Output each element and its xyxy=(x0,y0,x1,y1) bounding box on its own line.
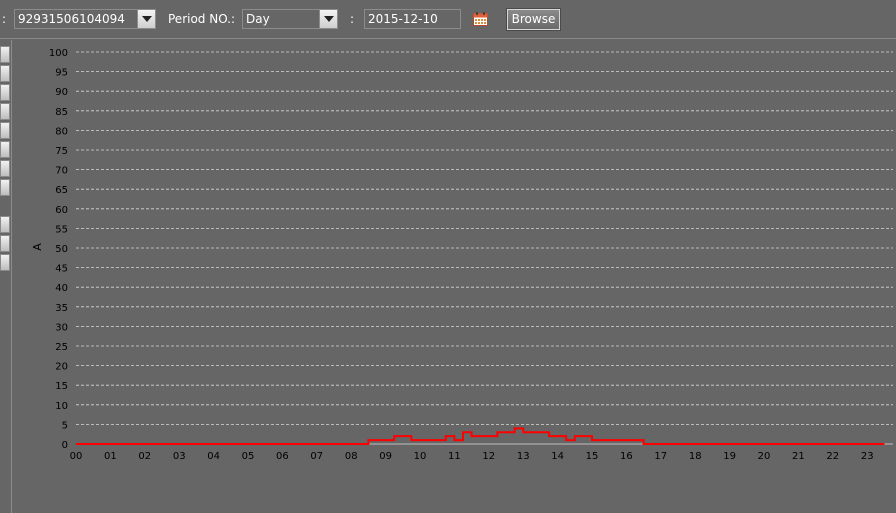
y-tick-label: 25 xyxy=(55,342,68,353)
browse-button[interactable]: Browse xyxy=(506,8,561,31)
y-tick-label: 55 xyxy=(55,224,68,235)
x-tick-label: 22 xyxy=(826,451,839,462)
x-tick-label: 15 xyxy=(586,451,599,462)
x-tick-label: 11 xyxy=(448,451,461,462)
y-axis-label: A xyxy=(31,243,44,251)
x-tick-label: 03 xyxy=(173,451,186,462)
x-tick-label: 01 xyxy=(104,451,117,462)
x-tick-label: 20 xyxy=(758,451,771,462)
x-axis-ticks: 00 01 02 03 04 05 06 07 08 09 10 11 12 13 14 15 16 17 18 19… xyxy=(70,451,874,462)
series-line xyxy=(76,427,885,445)
x-tick-label: 12 xyxy=(482,451,495,462)
y-axis-ticks: 0 5 10 15 20 25 30 35 40 45 50 55 60 65 70 75 80 85 90 95 10… xyxy=(49,48,68,451)
chevron-down-icon[interactable] xyxy=(319,10,337,28)
period-select[interactable]: Day xyxy=(242,9,338,29)
calendar-icon[interactable] xyxy=(473,12,488,26)
y-tick-label: 85 xyxy=(55,107,68,118)
y-tick-label: 60 xyxy=(55,205,68,216)
device-label-colon: : xyxy=(2,12,7,26)
y-tick-label: 100 xyxy=(49,48,68,59)
x-tick-label: 21 xyxy=(792,451,805,462)
y-tick-label: 75 xyxy=(55,146,68,157)
y-tick-label: 50 xyxy=(55,244,68,255)
y-tick-label: 30 xyxy=(55,322,68,333)
y-tick-label: 35 xyxy=(55,303,68,314)
x-tick-label: 14 xyxy=(551,451,564,462)
x-tick-label: 23 xyxy=(861,451,874,462)
toolbar: : 92931506104094 Period NO.: Day : 2015-… xyxy=(0,0,896,39)
date-value: 2015-12-10 xyxy=(368,12,438,26)
date-field[interactable]: 2015-12-10 xyxy=(364,9,461,29)
x-tick-label: 04 xyxy=(207,451,220,462)
x-tick-label: 07 xyxy=(310,451,323,462)
date-label-colon: : xyxy=(350,12,355,26)
x-tick-label: 17 xyxy=(654,451,667,462)
y-tick-label: 10 xyxy=(55,401,68,412)
y-tick-label: 5 xyxy=(62,420,68,431)
y-tick-label: 0 xyxy=(62,440,68,451)
y-tick-label: 65 xyxy=(55,185,68,196)
y-tick-label: 20 xyxy=(55,362,68,373)
device-select-value: 92931506104094 xyxy=(18,12,125,26)
y-tick-label: 95 xyxy=(55,68,68,79)
x-tick-label: 08 xyxy=(345,451,358,462)
x-tick-label: 19 xyxy=(723,451,736,462)
x-tick-label: 09 xyxy=(379,451,392,462)
y-tick-label: 40 xyxy=(55,283,68,294)
current-chart: 0510152025303540455055606570758085909510… xyxy=(31,48,893,462)
x-tick-label: 18 xyxy=(689,451,702,462)
x-tick-label: 10 xyxy=(414,451,427,462)
x-tick-label: 02 xyxy=(138,451,151,462)
chevron-down-icon[interactable] xyxy=(137,10,155,28)
x-tick-label: 06 xyxy=(276,451,289,462)
y-tick-label: 90 xyxy=(55,87,68,98)
y-tick-label: 45 xyxy=(55,264,68,275)
x-tick-label: 00 xyxy=(70,451,83,462)
x-tick-label: 13 xyxy=(517,451,530,462)
device-select[interactable]: 92931506104094 xyxy=(14,9,156,29)
y-tick-label: 70 xyxy=(55,166,68,177)
y-tick-label: 80 xyxy=(55,126,68,137)
period-label: Period NO.: xyxy=(168,12,236,26)
y-tick-label: 15 xyxy=(55,381,68,392)
series-group xyxy=(76,427,885,445)
x-tick-label: 05 xyxy=(242,451,255,462)
period-select-value: Day xyxy=(246,12,270,26)
x-tick-label: 16 xyxy=(620,451,633,462)
chart-grid xyxy=(76,51,893,445)
